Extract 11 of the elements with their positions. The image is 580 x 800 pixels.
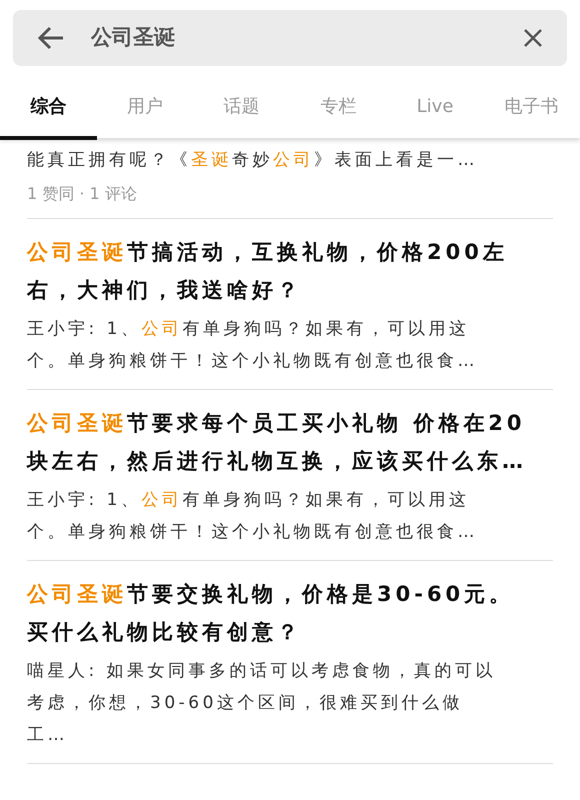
result-snippet: 王小宇: 1、公司 有单身狗吗？如果有，可以用这个。单身狗粮饼干！这个小礼物既有创意也很食… <box>27 489 479 544</box>
close-icon[interactable] <box>523 28 543 48</box>
result-title[interactable]: 公司圣诞 节要交换礼物，价格是30-60元。买什么礼物比较有创意？ <box>27 575 537 651</box>
back-icon[interactable] <box>37 26 65 50</box>
result-snippet: 能真正拥有呢？《圣诞 奇妙 公司》表面上看是一… <box>27 149 479 172</box>
result-stats: 1 赞同 · 1 评论 <box>27 183 138 205</box>
result-title[interactable]: 公司圣诞 节要求每个员工买小礼物 价格在20块左右，然后进行礼物互换，应该买什么东… <box>27 404 537 480</box>
result-snippet: 王小宇: 1、公司 有单身狗吗？如果有，可以用这个。单身狗粮饼干！这个小礼物既有创意也很食… <box>27 318 479 373</box>
result-title[interactable]: 公司圣诞 节搞活动，互换礼物，价格200左右，大神们，我送啥好？ <box>27 233 537 309</box>
tab[interactable]: 综合 <box>0 74 97 138</box>
result-snippet: 喵星人: 如果女同事多的话可以考虑食物，真的可以考虑，你想，30-60这个区间，很难买到什么做工… <box>27 660 498 747</box>
